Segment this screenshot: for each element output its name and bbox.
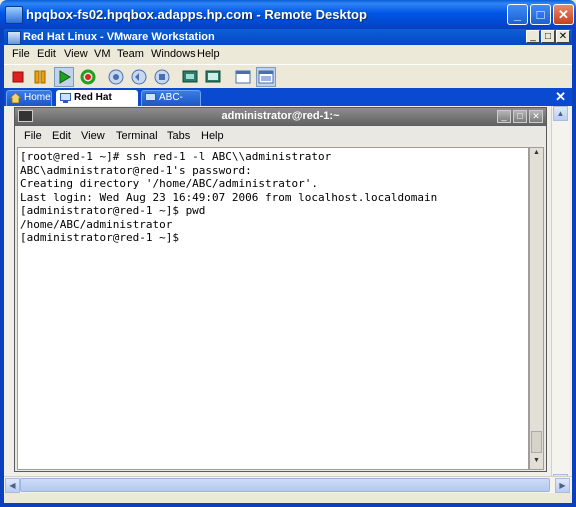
vmware-toolbar <box>4 64 572 90</box>
reset-icon[interactable] <box>78 67 98 87</box>
terminal-menubar: File Edit View Terminal Tabs Help <box>15 126 546 146</box>
menu-view[interactable]: View <box>64 48 88 60</box>
tab-abc-dc1[interactable]: ABC-DC1 <box>141 90 201 117</box>
power-off-icon[interactable] <box>8 67 28 87</box>
terminal-menu-tabs[interactable]: Tabs <box>167 130 190 142</box>
menu-vm[interactable]: VM <box>94 48 111 60</box>
remote-desktop-frame: Red Hat Linux - VMware Workstation _ □ ✕… <box>0 29 576 507</box>
console-vertical-scrollbar[interactable]: ▲ ▼ <box>551 106 569 490</box>
terminal-scrollbar[interactable]: ▲ ▼ <box>529 147 544 470</box>
console-view-icon[interactable] <box>256 67 276 87</box>
vmware-statusbar <box>4 493 572 503</box>
scroll-down-arrow-icon[interactable]: ▼ <box>531 457 542 468</box>
remote-desktop-icon <box>5 6 23 24</box>
terminal-line: [administrator@red-1 ~]$ <box>20 231 186 244</box>
vmware-titlebar[interactable]: Red Hat Linux - VMware Workstation _ □ ✕ <box>4 29 572 45</box>
menu-windows[interactable]: Windows <box>151 48 196 60</box>
summary-view-icon[interactable] <box>233 67 253 87</box>
pause-icon[interactable] <box>30 67 50 87</box>
terminal-titlebar[interactable]: administrator@red-1:~ _ □ ✕ <box>15 108 546 126</box>
rd-maximize-button[interactable]: □ <box>530 4 551 25</box>
snapshot-manager-icon[interactable] <box>152 67 172 87</box>
terminal-menu-edit[interactable]: Edit <box>52 130 71 142</box>
snapshot-take-icon[interactable] <box>106 67 126 87</box>
terminal-menu-view[interactable]: View <box>81 130 105 142</box>
tab-home-label: Home <box>24 92 51 103</box>
menu-file[interactable]: File <box>12 48 30 60</box>
rd-close-button[interactable]: ✕ <box>553 4 574 25</box>
terminal-window: administrator@red-1:~ _ □ ✕ File Edit Vi… <box>14 107 547 472</box>
vm-maximize-button[interactable]: □ <box>541 30 555 43</box>
console-scroll-up-icon[interactable]: ▲ <box>553 106 568 121</box>
vm-close-button[interactable]: ✕ <box>556 30 570 43</box>
console-scroll-right-icon[interactable]: ▶ <box>555 478 570 493</box>
terminal-menu-file[interactable]: File <box>24 130 42 142</box>
snapshot-revert-icon[interactable] <box>129 67 149 87</box>
vm-tabs-bar: Home Red Hat Linux ABC-DC1 ✕ <box>4 88 572 117</box>
menu-edit[interactable]: Edit <box>37 48 56 60</box>
vm-minimize-button[interactable]: _ <box>526 30 540 43</box>
menu-team[interactable]: Team <box>117 48 144 60</box>
menu-help[interactable]: Help <box>197 48 220 60</box>
vmware-menubar: File Edit View VM Team Windows Help <box>4 45 572 64</box>
vm-icon <box>60 93 71 103</box>
home-icon <box>10 93 21 103</box>
vmware-app-icon <box>7 31 21 45</box>
remote-desktop-title: hpqbox-fs02.hpqbox.adapps.hp.com - Remot… <box>26 7 367 22</box>
terminal-line: [root@red-1 ~]# ssh red-1 -l ABC\\admini… <box>20 150 332 163</box>
tab-home[interactable]: Home <box>6 90 52 106</box>
full-screen-icon[interactable] <box>180 67 200 87</box>
terminal-minimize-button[interactable]: _ <box>497 110 511 123</box>
terminal-output[interactable]: [root@red-1 ~]# ssh red-1 -l ABC\\admini… <box>17 147 529 470</box>
terminal-menu-help[interactable]: Help <box>201 130 224 142</box>
vm-icon <box>145 93 156 103</box>
terminal-line: Last login: Wed Aug 23 16:49:07 2006 fro… <box>20 190 438 204</box>
tab-red-hat-linux[interactable]: Red Hat Linux <box>56 90 138 117</box>
rd-minimize-button[interactable]: _ <box>507 4 528 25</box>
terminal-menu-terminal[interactable]: Terminal <box>116 130 158 142</box>
power-on-icon[interactable] <box>54 67 74 87</box>
close-tab-icon[interactable]: ✕ <box>555 89 566 105</box>
vmware-window: Red Hat Linux - VMware Workstation _ □ ✕… <box>4 29 572 503</box>
scroll-up-arrow-icon[interactable]: ▲ <box>531 149 542 160</box>
terminal-close-button[interactable]: ✕ <box>529 110 543 123</box>
terminal-line: /home/ABC/administrator <box>20 217 173 231</box>
terminal-title: administrator@red-1:~ <box>221 110 340 122</box>
remote-desktop-titlebar[interactable]: hpqbox-fs02.hpqbox.adapps.hp.com - Remot… <box>0 0 576 29</box>
quick-switch-icon[interactable] <box>203 67 223 87</box>
terminal-line: [administrator@red-1 ~]$ pwd <box>20 204 206 217</box>
terminal-line: ABC\administrator@red-1's password: <box>20 163 252 177</box>
console-hscroll-thumb[interactable] <box>20 478 550 492</box>
terminal-line: Creating directory '/home/ABC/administra… <box>20 177 319 190</box>
terminal-maximize-button[interactable]: □ <box>513 110 527 123</box>
console-scroll-left-icon[interactable]: ◀ <box>5 478 20 493</box>
terminal-scroll-thumb[interactable] <box>531 431 542 453</box>
vmware-title: Red Hat Linux - VMware Workstation <box>23 31 215 43</box>
console-horizontal-scrollbar[interactable]: ◀ ▶ <box>4 476 572 494</box>
guest-console[interactable]: administrator@red-1:~ _ □ ✕ File Edit Vi… <box>4 106 572 490</box>
